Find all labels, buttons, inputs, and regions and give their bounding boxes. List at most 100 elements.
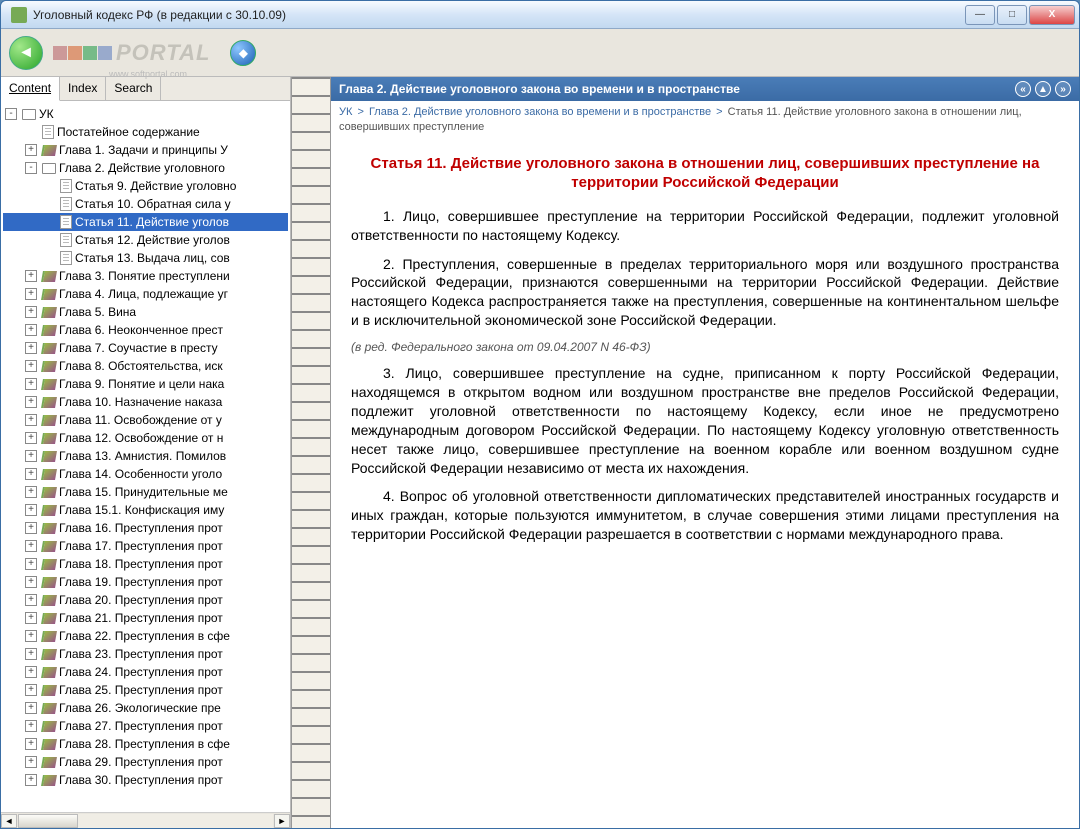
tree-label: Глава 15. Принудительные ме [59,485,228,499]
minimize-button[interactable]: — [965,5,995,25]
expand-icon[interactable]: + [25,702,37,714]
tree-item[interactable]: +Глава 30. Преступления прот [3,771,288,789]
chapter-next-button[interactable]: » [1055,81,1071,97]
expand-icon[interactable]: + [25,360,37,372]
expand-icon[interactable]: + [25,576,37,588]
expand-icon[interactable]: + [25,324,37,336]
tree-item[interactable]: Постатейное содержание [3,123,288,141]
expand-icon[interactable]: + [25,558,37,570]
tree-item[interactable]: Статья 9. Действие уголовно [3,177,288,195]
tree-item[interactable]: +Глава 14. Особенности уголо [3,465,288,483]
toolbar-nav-button[interactable]: ◆ [230,40,256,66]
tree-label: Глава 29. Преступления прот [59,755,223,769]
scroll-track[interactable] [18,814,273,828]
expand-icon[interactable]: + [25,468,37,480]
tree-view[interactable]: -УКПостатейное содержание+Глава 1. Задач… [1,101,290,812]
expand-icon[interactable]: + [25,414,37,426]
tree-item[interactable]: +Глава 16. Преступления прот [3,519,288,537]
expand-icon[interactable]: + [25,684,37,696]
tree-item[interactable]: +Глава 13. Амнистия. Помилов [3,447,288,465]
tree-item[interactable]: +Глава 18. Преступления прот [3,555,288,573]
tree-item[interactable]: +Глава 26. Экологические пре [3,699,288,717]
chapter-up-button[interactable]: ▲ [1035,81,1051,97]
tree-item[interactable]: Статья 13. Выдача лиц, сов [3,249,288,267]
book-icon [41,487,57,498]
scroll-left-icon[interactable]: ◄ [1,814,17,828]
expand-icon[interactable]: + [25,756,37,768]
article-para: 3. Лицо, совершившее преступление на суд… [351,364,1059,477]
expand-icon[interactable]: + [25,144,37,156]
tree-item[interactable]: +Глава 23. Преступления прот [3,645,288,663]
expand-icon[interactable]: + [25,504,37,516]
tree-item[interactable]: +Глава 17. Преступления прот [3,537,288,555]
expand-icon[interactable]: + [25,450,37,462]
expand-icon[interactable]: + [25,432,37,444]
tree-item[interactable]: +Глава 11. Освобождение от у [3,411,288,429]
logo-subtitle: www.softportal.com [109,69,187,79]
tree-item[interactable]: +Глава 4. Лица, подлежащие уг [3,285,288,303]
tree-item[interactable]: +Глава 28. Преступления в сфе [3,735,288,753]
tree-item[interactable]: +Глава 20. Преступления прот [3,591,288,609]
tree-item-root[interactable]: -УК [3,105,288,123]
tree-item[interactable]: +Глава 15.1. Конфискация иму [3,501,288,519]
expand-icon[interactable]: + [25,270,37,282]
expand-icon[interactable]: + [25,486,37,498]
expand-icon[interactable]: + [25,612,37,624]
book-icon [41,469,57,480]
scroll-right-icon[interactable]: ► [274,814,290,828]
tree-item[interactable]: + Глава 15. Принудительные ме [3,483,288,501]
close-button[interactable]: X [1029,5,1075,25]
expand-icon[interactable]: + [25,630,37,642]
expand-spacer [43,252,55,264]
tree-item[interactable]: +Глава 27. Преступления прот [3,717,288,735]
tree-item[interactable]: +Глава 7. Соучастие в престу [3,339,288,357]
tree-item[interactable]: +Глава 19. Преступления прот [3,573,288,591]
breadcrumb-link[interactable]: УК [339,106,352,118]
maximize-button[interactable]: □ [997,5,1027,25]
expand-icon[interactable]: + [25,288,37,300]
expand-icon[interactable]: + [25,306,37,318]
tree-item[interactable]: +Глава 3. Понятие преступлени [3,267,288,285]
tree-item[interactable]: +Глава 21. Преступления прот [3,609,288,627]
logo-square-icon [83,46,97,60]
expand-icon[interactable]: + [25,738,37,750]
expand-icon[interactable]: + [25,342,37,354]
tab-search[interactable]: Search [106,77,161,100]
tree-item[interactable]: Статья 12. Действие уголов [3,231,288,249]
tree-item[interactable]: +Глава 24. Преступления прот [3,663,288,681]
tree-item[interactable]: +Глава 22. Преступления в сфе [3,627,288,645]
tree-item[interactable]: +Глава 5. Вина [3,303,288,321]
breadcrumb-link[interactable]: Глава 2. Действие уголовного закона во в… [369,106,711,118]
tree-item[interactable]: +Глава 12. Освобождение от н [3,429,288,447]
expand-icon[interactable]: - [25,162,37,174]
tree-item[interactable]: +Глава 6. Неоконченное прест [3,321,288,339]
tree-item[interactable]: Статья 10. Обратная сила у [3,195,288,213]
back-button[interactable]: ◄ [9,36,43,70]
expand-icon[interactable]: + [25,396,37,408]
expand-icon[interactable]: + [25,648,37,660]
titlebar[interactable]: Уголовный кодекс РФ (в редакции с 30.10.… [1,1,1079,29]
tree-item[interactable]: -Глава 2. Действие уголовного [3,159,288,177]
scroll-thumb[interactable] [18,814,78,828]
expand-icon[interactable]: + [25,720,37,732]
collapse-icon[interactable]: - [5,108,17,120]
tab-content[interactable]: Content [1,77,60,101]
expand-icon[interactable]: + [25,378,37,390]
tree-item[interactable]: + Глава 29. Преступления прот [3,753,288,771]
tree-item[interactable]: +Глава 8. Обстоятельства, иск [3,357,288,375]
chapter-prev-button[interactable]: « [1015,81,1031,97]
expand-icon[interactable]: + [25,774,37,786]
expand-icon[interactable]: + [25,522,37,534]
expand-icon[interactable]: + [25,594,37,606]
tab-index[interactable]: Index [60,77,106,100]
diamond-icon: ◆ [239,46,248,60]
tree-item[interactable]: +Глава 25. Преступления прот [3,681,288,699]
horizontal-scrollbar[interactable]: ◄ ► [1,812,290,828]
breadcrumb: УК > Глава 2. Действие уголовного закона… [331,101,1079,144]
tree-item[interactable]: +Глава 9. Понятие и цели нака [3,375,288,393]
expand-icon[interactable]: + [25,666,37,678]
tree-item[interactable]: +Глава 1. Задачи и принципы У [3,141,288,159]
expand-icon[interactable]: + [25,540,37,552]
tree-item[interactable]: Статья 11. Действие уголов [3,213,288,231]
tree-item[interactable]: +Глава 10. Назначение наказа [3,393,288,411]
